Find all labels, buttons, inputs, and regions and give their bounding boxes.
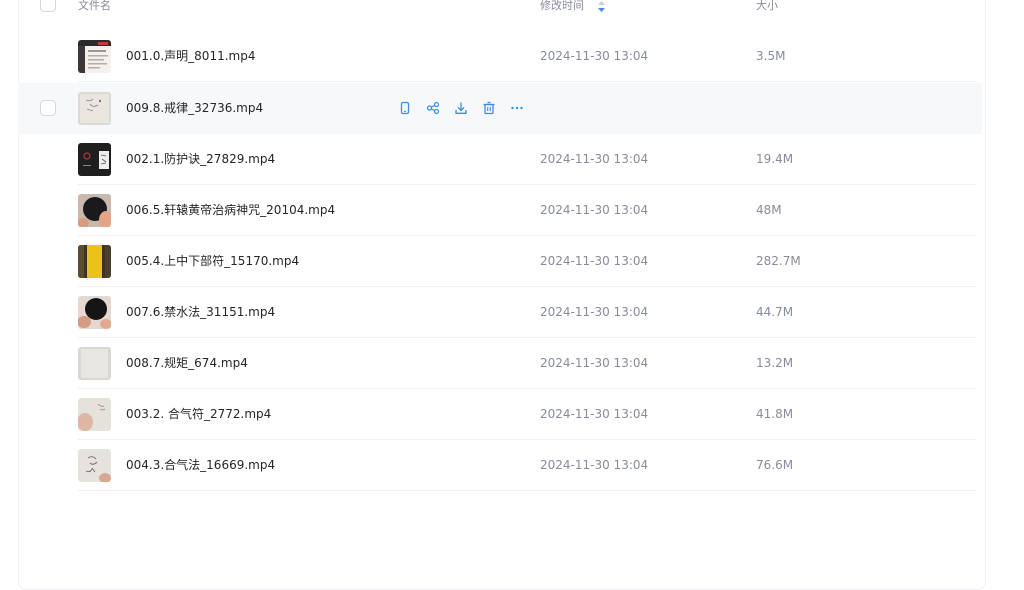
file-name[interactable]: 005.4.上中下部符_15170.mp4 <box>126 254 299 269</box>
file-name[interactable]: 006.5.轩辕黄帝治病神咒_20104.mp4 <box>126 203 335 218</box>
delete-icon[interactable] <box>480 99 498 117</box>
file-size: 3.5M <box>756 49 786 63</box>
download-icon[interactable] <box>452 99 470 117</box>
file-row[interactable]: 002.1.防护诀_27829.mp4 2024-11-30 13:04 19.… <box>18 134 982 185</box>
file-modified-time: 2024-11-30 13:04 <box>540 356 649 370</box>
file-modified-time: 2024-11-30 13:04 <box>540 49 649 63</box>
row-divider <box>78 81 976 82</box>
file-name[interactable]: 004.3.合气法_16669.mp4 <box>126 458 275 473</box>
file-row[interactable]: 004.3.合气法_16669.mp4 2024-11-30 13:04 76.… <box>18 440 982 491</box>
sort-icon[interactable] <box>598 1 605 12</box>
column-header-name[interactable]: 文件名 <box>78 0 111 12</box>
file-name[interactable]: 001.0.声明_8011.mp4 <box>126 49 255 64</box>
file-row-hovered[interactable]: 009.8.戒律_32736.mp4 <box>18 83 982 134</box>
row-divider <box>78 490 976 491</box>
dark-slide-thumb <box>78 143 111 176</box>
file-size: 41.8M <box>756 407 794 421</box>
file-modified-time: 2024-11-30 13:04 <box>540 254 649 268</box>
bowl-thumb <box>78 296 111 329</box>
document-thumb <box>78 40 111 73</box>
more-icon[interactable] <box>508 99 526 117</box>
file-name[interactable]: 008.7.规矩_674.mp4 <box>126 356 248 371</box>
yellow-talisman-thumb <box>78 245 111 278</box>
hand-dark-thumb <box>78 194 111 227</box>
row-checkbox[interactable] <box>40 100 56 116</box>
file-name[interactable]: 002.1.防护诀_27829.mp4 <box>126 152 275 167</box>
file-size: 282.7M <box>756 254 801 268</box>
sketch-paper-thumb <box>78 449 111 482</box>
file-size: 13.2M <box>756 356 794 370</box>
file-size: 44.7M <box>756 305 794 319</box>
file-row[interactable]: 008.7.规矩_674.mp4 2024-11-30 13:04 13.2M <box>18 338 982 389</box>
file-row[interactable]: 005.4.上中下部符_15170.mp4 2024-11-30 13:04 2… <box>18 236 982 287</box>
list-header: 文件名 修改时间 大小 <box>0 0 1024 16</box>
file-row[interactable]: 007.6.禁水法_31151.mp4 2024-11-30 13:04 44.… <box>18 287 982 338</box>
phone-icon[interactable] <box>396 99 414 117</box>
file-size: 76.6M <box>756 458 794 472</box>
file-row[interactable]: 006.5.轩辕黄帝治病神咒_20104.mp4 2024-11-30 13:0… <box>18 185 982 236</box>
file-modified-time: 2024-11-30 13:04 <box>540 305 649 319</box>
hand-paper-thumb <box>78 398 111 431</box>
file-modified-time: 2024-11-30 13:04 <box>540 203 649 217</box>
file-name[interactable]: 009.8.戒律_32736.mp4 <box>126 101 263 116</box>
file-name[interactable]: 003.2. 合气符_2772.mp4 <box>126 407 271 422</box>
column-header-modified-time[interactable]: 修改时间 <box>540 0 584 12</box>
select-all-checkbox[interactable] <box>40 0 56 12</box>
file-size: 48M <box>756 203 782 217</box>
file-row[interactable]: 003.2. 合气符_2772.mp4 2024-11-30 13:04 41.… <box>18 389 982 440</box>
paper-thumb <box>78 92 111 125</box>
file-size: 19.4M <box>756 152 794 166</box>
file-modified-time: 2024-11-30 13:04 <box>540 407 649 421</box>
file-modified-time: 2024-11-30 13:04 <box>540 458 649 472</box>
share-icon[interactable] <box>424 99 442 117</box>
file-row[interactable]: 001.0.声明_8011.mp4 2024-11-30 13:04 3.5M <box>18 31 982 82</box>
file-name[interactable]: 007.6.禁水法_31151.mp4 <box>126 305 275 320</box>
file-modified-time: 2024-11-30 13:04 <box>540 152 649 166</box>
column-header-size[interactable]: 大小 <box>756 0 778 12</box>
blank-paper-thumb <box>78 347 111 380</box>
